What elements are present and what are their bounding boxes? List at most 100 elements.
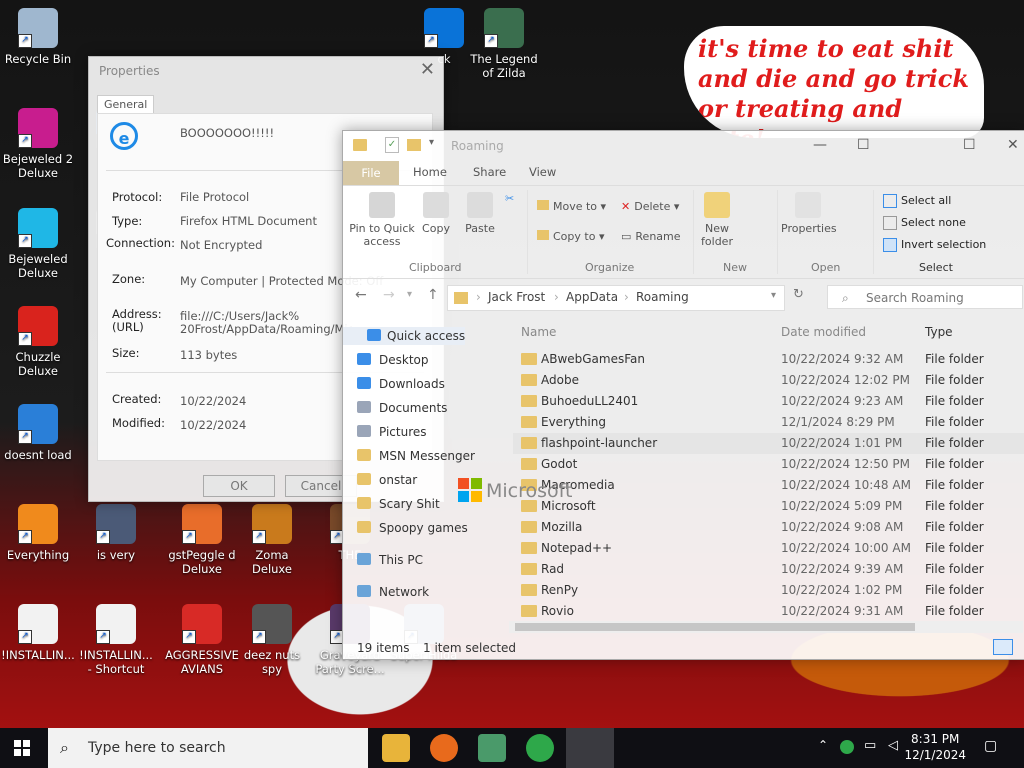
ribbon: Pin to Quick access Copy Paste ✂ Clipboa… [343,186,1024,279]
app-taskbar-icon[interactable] [478,734,506,762]
invert-selection-button[interactable]: Invert selection [883,238,986,252]
desktop-icon[interactable]: ↗ Everything [0,504,76,562]
pin-icon [369,192,395,218]
windows-start-icon[interactable] [14,740,30,756]
desktop-icon[interactable]: ↗ Bejeweled 2 Deluxe [0,108,76,180]
file-row[interactable]: Rad 10/22/2024 9:39 AM File folder [513,559,1024,580]
desktop-icon[interactable]: ↗ deez nuts spy [234,604,310,676]
chevron-down-icon[interactable]: ▾ [429,137,434,148]
new-folder-quick-icon[interactable] [407,139,421,151]
file-row[interactable]: Godot 10/22/2024 12:50 PM File folder [513,454,1024,475]
nav-item[interactable]: MSN Messenger [357,447,475,465]
volume-icon[interactable]: ◁ [888,738,898,753]
tab-file[interactable]: File [343,161,399,185]
nav-item[interactable]: Pictures [357,423,427,441]
desktop-icon[interactable]: ↗ AGGRESSIVE AVIANS [164,604,240,676]
file-row[interactable]: Notepad++ 10/22/2024 10:00 AM File folder [513,538,1024,559]
select-none-button[interactable]: Select none [883,216,966,230]
cut-icon[interactable]: ✂ [505,192,514,205]
restore-icon[interactable]: ☐ [963,137,976,153]
breadcrumb-roaming[interactable]: Roaming [636,290,689,304]
desktop-icon[interactable]: ↗ Bejeweled Deluxe [0,208,76,280]
nav-item[interactable]: Scary Shit [357,495,440,513]
close-icon[interactable]: ✕ [1007,137,1019,153]
file-row[interactable]: Mozilla 10/22/2024 9:08 AM File folder [513,517,1024,538]
chevron-up-icon[interactable]: ⌃ [818,738,828,752]
ok-button[interactable]: OK [203,475,275,497]
close-icon[interactable]: ✕ [420,59,435,80]
file-explorer-taskbar-icon[interactable] [382,734,410,762]
pin-quick-access-button[interactable]: Pin to Quick access [349,192,415,248]
column-date-modified[interactable]: Date modified [781,325,866,339]
nav-item[interactable]: Quick access [343,327,466,345]
nav-item[interactable]: Spoopy games [357,519,468,537]
column-type[interactable]: Type [925,325,953,339]
properties-button[interactable]: Properties [781,192,837,235]
desktop-icon-label: Chuzzle Deluxe [15,350,61,378]
file-row[interactable]: BuhoeduLL2401 10/22/2024 9:23 AM File fold… [513,391,1024,412]
horizontal-scrollbar[interactable] [509,621,1023,633]
tab-share[interactable]: Share [473,165,506,179]
breadcrumb-jack-frost[interactable]: Jack Frost [488,290,545,304]
refresh-icon[interactable]: ↻ [793,287,804,302]
nav-item[interactable]: Network [357,583,429,601]
chevron-down-icon[interactable]: ▾ [771,290,776,301]
move-to-button[interactable]: Move to ▾ [537,200,606,213]
rename-button[interactable]: ▭ Rename [621,230,681,243]
nav-item[interactable]: Desktop [357,351,429,369]
nav-item[interactable]: onstar [357,471,417,489]
breadcrumb-appdata[interactable]: AppData [566,290,618,304]
desktop-icon[interactable]: ↗ doesnt load [0,404,76,462]
details-view-icon[interactable] [993,639,1013,655]
back-arrow-icon[interactable]: ← [355,287,367,303]
desktop-icon[interactable]: ↗ !INSTALLIN... [0,604,76,662]
delete-button[interactable]: ✕ Delete ▾ [621,200,679,213]
properties-check-icon[interactable]: ✓ [385,137,399,153]
active-taskbar-app[interactable] [566,728,614,768]
file-row[interactable]: RenPy 10/22/2024 1:02 PM File folder [513,580,1024,601]
file-row[interactable]: Microsoft 10/22/2024 5:09 PM File folder [513,496,1024,517]
desktop-icon[interactable]: ↗ Recycle Bin [0,8,76,66]
maximize-icon[interactable]: ☐ [857,137,870,153]
nav-item[interactable]: Documents [357,399,447,417]
nav-item-icon [357,473,371,485]
file-row[interactable]: flashpoint-launcher 10/22/2024 1:01 PM Fil… [513,433,1024,454]
desktop-icon[interactable]: ↗ Chuzzle Deluxe [0,306,76,378]
meme-text: it's time to eat shit and die and go tri… [684,26,984,138]
firefox-taskbar-icon[interactable] [430,734,458,762]
file-row[interactable]: ABwebGamesFan 10/22/2024 9:32 AM File fold… [513,349,1024,370]
nav-item[interactable]: Downloads [357,375,445,393]
file-type: File folder [925,604,984,618]
network-icon[interactable]: ▭ [864,738,876,753]
up-arrow-icon[interactable]: ↑ [427,287,439,303]
paste-button[interactable]: Paste [463,192,497,235]
forward-arrow-icon[interactable]: → [383,287,395,303]
nav-item[interactable]: This PC [357,551,423,569]
new-folder-button[interactable]: New folder [699,192,735,248]
select-all-button[interactable]: Select all [883,194,951,208]
copy-to-button[interactable]: Copy to ▾ [537,230,604,243]
minimize-icon[interactable]: — [813,137,827,153]
file-date: 10/22/2024 10:48 AM [781,478,911,492]
tab-general[interactable]: General [97,95,155,113]
desktop-icon[interactable]: ↗ is very [78,504,154,562]
tab-view[interactable]: View [529,165,556,179]
desktop-icon[interactable]: ↗ !INSTALLIN... - Shortcut [78,604,154,676]
msn-messenger-taskbar-icon[interactable] [526,734,554,762]
recent-chevron-icon[interactable]: ▾ [407,289,412,300]
taskbar-search[interactable]: ⌕ Type here to search [48,728,368,768]
column-name[interactable]: Name [521,325,556,339]
file-row[interactable]: Adobe 10/22/2024 12:02 PM File folder [513,370,1024,391]
tab-home[interactable]: Home [413,165,447,179]
clock[interactable]: 8:31 PM 12/1/2024 [904,731,966,763]
messenger-tray-icon[interactable] [840,740,854,754]
copy-button[interactable]: Copy [421,192,451,235]
search-input[interactable]: ⌕ Search Roaming [827,285,1023,309]
desktop-icon[interactable]: ↗ Zoma Deluxe [234,504,310,576]
desktop-icon[interactable]: ↗ gstPeggle d Deluxe [164,504,240,576]
address-bar[interactable]: › Jack Frost › AppData › Roaming ▾ [447,285,785,311]
file-row[interactable]: Everything 12/1/2024 8:29 PM File folder [513,412,1024,433]
file-row[interactable]: Macromedia 10/22/2024 10:48 AM File folder [513,475,1024,496]
file-row[interactable]: Rovio 10/22/2024 9:31 AM File folder [513,601,1024,622]
notification-icon[interactable]: ▢ [984,738,997,754]
